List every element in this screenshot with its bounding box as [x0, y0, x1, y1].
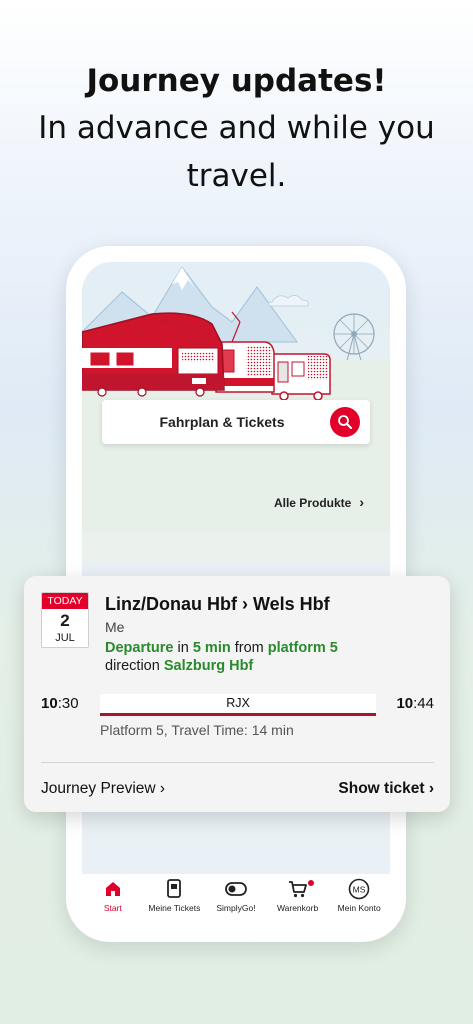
tab-start[interactable]: Start	[82, 878, 144, 913]
chevron-right-icon: ›	[359, 494, 364, 510]
platform-travel-time: Platform 5, Travel Time: 14 min	[100, 722, 294, 738]
journey-passenger: Me	[105, 619, 125, 635]
train-bar: RJX	[100, 694, 376, 716]
departure-word: Departure	[105, 640, 174, 656]
search-icon	[338, 415, 352, 429]
direction-word: direction	[105, 658, 164, 674]
departure-from: from	[230, 640, 268, 656]
train-name: RJX	[226, 696, 250, 710]
departure-time: 10:30	[41, 695, 79, 712]
headline-title: Journey updates!	[86, 63, 387, 99]
direction-destination: Salzburg Hbf	[163, 658, 254, 674]
headline: Journey updates! In advance and while yo…	[0, 58, 473, 200]
date-badge-month: JUL	[55, 632, 75, 644]
timetable-search-box[interactable]: Fahrplan & Tickets	[102, 400, 370, 444]
timetable-search-label: Fahrplan & Tickets	[159, 414, 285, 430]
all-products-link[interactable]: Alle Produkte ›	[274, 494, 364, 510]
headline-subtitle-line2: travel.	[186, 158, 287, 194]
account-initials: MS	[353, 884, 366, 894]
departure-info: Departure in 5 min from platform 5 direct…	[105, 639, 435, 675]
account-icon: MS	[328, 878, 390, 900]
tab-simplygo[interactable]: SimplyGo!	[205, 878, 267, 913]
tab-warenkorb-label: Warenkorb	[276, 903, 319, 913]
tab-simplygo-label: SimplyGo!	[216, 903, 256, 913]
journey-route: Linz/Donau Hbf › Wels Hbf	[105, 594, 330, 614]
home-icon	[82, 878, 144, 900]
date-badge-today: TODAY	[42, 593, 88, 609]
departure-platform: platform 5	[267, 640, 338, 656]
departure-time-minute: :30	[57, 695, 79, 712]
bottom-tab-bar: Start Meine Tickets SimplyGo! Warenkorb …	[82, 874, 390, 926]
headline-subtitle-line1: In advance and while you	[38, 110, 435, 146]
arrival-time-minute: :44	[413, 695, 434, 712]
arrival-time-hour: 10	[396, 695, 414, 712]
card-divider	[41, 762, 434, 763]
journey-preview-link[interactable]: Journey Preview ›	[41, 780, 165, 798]
date-badge-day: 2	[60, 611, 70, 630]
tab-start-label: Start	[103, 903, 122, 913]
tab-mein-konto-label: Mein Konto	[337, 903, 381, 913]
search-button[interactable]	[330, 407, 360, 437]
departure-time-hour: 10	[41, 695, 58, 712]
toggle-icon	[205, 878, 267, 900]
departure-minutes: 5 min	[192, 640, 231, 656]
tab-mein-konto[interactable]: MS Mein Konto	[328, 878, 390, 913]
tab-meine-tickets-label: Meine Tickets	[148, 903, 201, 913]
tab-warenkorb[interactable]: Warenkorb	[267, 878, 329, 913]
all-products-label: Alle Produkte	[273, 496, 352, 510]
ticket-icon	[144, 878, 206, 900]
journey-card[interactable]: TODAY 2 JUL Linz/Donau Hbf › Wels Hbf Me…	[24, 576, 450, 812]
tab-meine-tickets[interactable]: Meine Tickets	[144, 878, 206, 913]
arrival-time: 10:44	[396, 695, 434, 712]
date-badge: TODAY 2 JUL	[41, 592, 89, 648]
cart-icon	[267, 878, 329, 900]
show-ticket-button[interactable]: Show ticket ›	[338, 780, 434, 798]
departure-in: in	[173, 640, 193, 656]
